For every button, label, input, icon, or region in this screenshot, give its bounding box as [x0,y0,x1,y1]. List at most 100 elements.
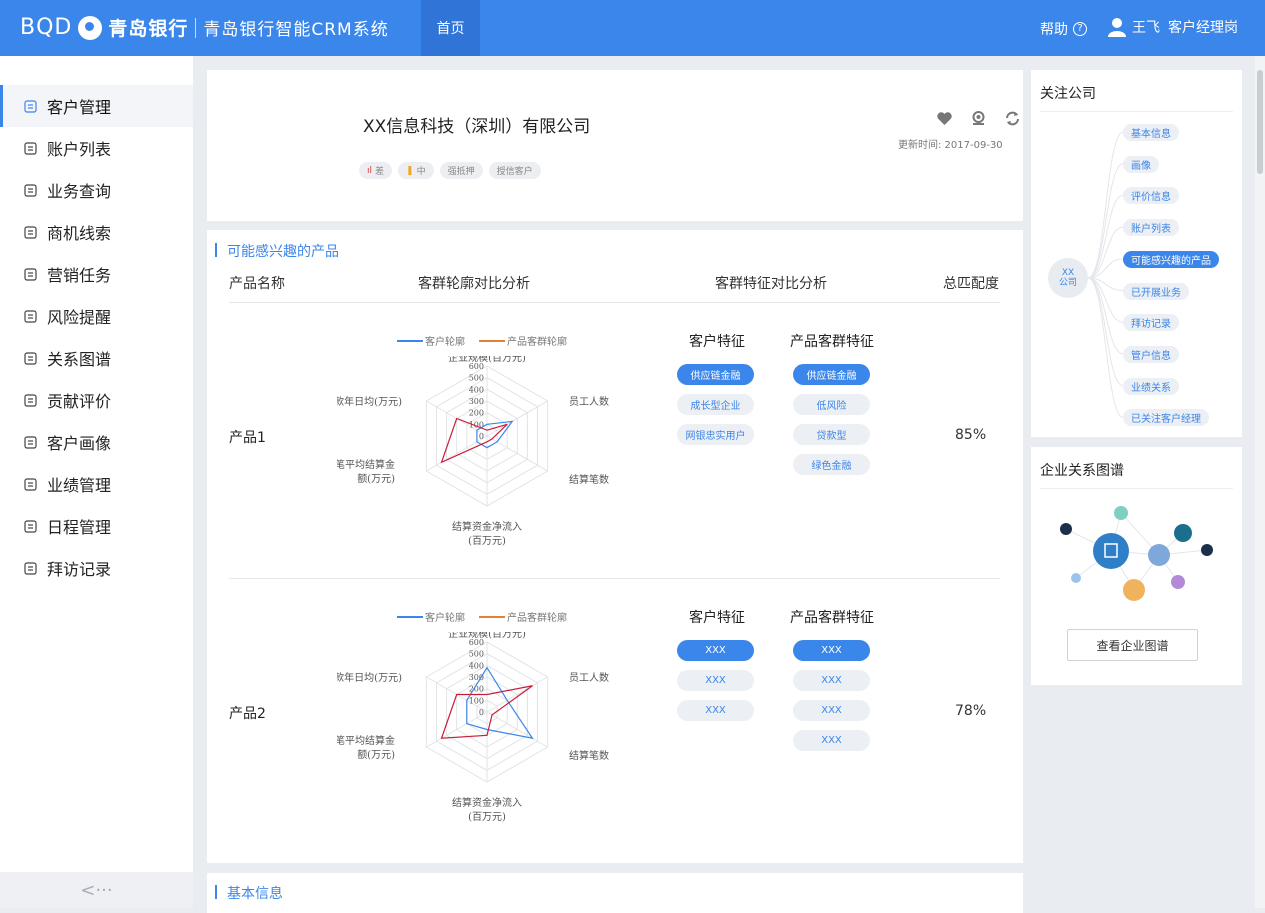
sidebar-item-10[interactable]: 业绩管理 [0,463,193,505]
mindmap-node[interactable]: 已关注客户经理 [1123,409,1209,427]
mindmap-node[interactable]: 拜访记录 [1123,314,1179,332]
mindmap-node[interactable]: 可能感兴趣的产品 [1123,250,1219,268]
sidebar-item-label: 风险提醒 [47,308,112,327]
sidebar-item-2[interactable]: 账户列表 [0,127,193,169]
enterprise-graph-card: 企业关系图谱 查看企业图谱 [1031,447,1242,685]
customer-feature-chip[interactable]: XXX [677,700,754,721]
radar-tick-label: 100 [469,696,484,705]
radar-axis-label: 单笔平均结算金 [337,458,395,471]
product-feature-chip[interactable]: XXX [793,730,870,751]
sidebar-item-9[interactable]: 客户画像 [0,421,193,463]
radar-chart: 6005004003002001000企业规模(百万元)员工人数结算笔数结算资金… [337,356,609,547]
legend-product: 产品客群轮廓 [507,613,567,624]
legend-swatch-customer [397,339,423,342]
radar-axis-label: 企业规模(百万元) [448,356,526,364]
radar-axis-label: 存款年日均(万元) [337,395,402,408]
product-feature-chip[interactable]: XXX [793,670,870,691]
tag-label: 强抵押 [447,167,475,177]
radar-axis-label: 存款年日均(万元) [337,671,402,684]
customer-feature-chip[interactable]: XXX [677,640,754,661]
collapse-sidebar-button[interactable]: <··· [0,872,193,908]
person-node [1201,544,1213,556]
sidebar-item-label: 拜访记录 [47,560,112,579]
business-query-icon [22,182,39,199]
radar-axis-label: 结算笔数 [569,749,609,762]
mindmap-node[interactable]: 管户信息 [1123,345,1179,363]
mindmap-node[interactable]: 画像 [1123,155,1159,173]
refresh-icon[interactable] [1004,110,1021,127]
sidebar-item-label: 营销任务 [47,266,112,285]
camera-icon[interactable] [970,110,987,127]
sidebar-item-12[interactable]: 拜访记录 [0,547,193,589]
product-feature-chip[interactable]: XXX [793,640,870,661]
person-node [1071,573,1081,583]
sidebar-item-6[interactable]: 风险提醒 [0,295,193,337]
sidebar-item-5[interactable]: 营销任务 [0,253,193,295]
portrait-icon [22,434,39,451]
radar-tick-label: 500 [469,650,484,659]
tag-label: 中 [416,167,426,177]
scrollbar-thumb[interactable] [1257,70,1263,174]
hub-label: XX 公司 [1059,268,1077,288]
tag-label: 授信客户 [496,167,533,177]
sidebar-item-7[interactable]: 关系图谱 [0,337,193,379]
legend-swatch-product [479,615,505,618]
customer-feature-chip[interactable]: 成长型企业 [677,394,754,415]
product-feature-chip[interactable]: 供应链金融 [793,364,870,385]
mindmap-node[interactable]: 评价信息 [1123,187,1179,205]
basic-info-card: 基本信息 [207,873,1023,913]
product-feature-chip[interactable]: 贷款型 [793,424,870,445]
customer-feature-chip[interactable]: XXX [677,670,754,691]
radar-axis-label: 额(万元) [357,472,395,485]
legend-customer: 客户轮廓 [425,337,465,348]
radar-axis-label: 额(万元) [357,748,395,761]
mindmap-hub[interactable]: XX 公司 [1048,258,1088,298]
account-list-icon [22,140,39,157]
radar-tick-label: 400 [469,661,484,670]
mindmap-node[interactable]: 已开展业务 [1123,282,1189,300]
contribution-icon [22,392,39,409]
mindmap-node[interactable]: 账户列表 [1123,219,1179,237]
sidebar-item-8[interactable]: 贡献评价 [0,379,193,421]
sidebar-item-label: 日程管理 [47,518,112,537]
mindmap-connector [1087,277,1124,387]
customer-icon [22,98,39,115]
view-enterprise-graph-button[interactable]: 查看企业图谱 [1067,629,1198,661]
sidebar-item-11[interactable]: 日程管理 [0,505,193,547]
sidebar-item-label: 贡献评价 [47,392,112,411]
schedule-icon [22,518,39,535]
brand-logo[interactable]: BQD 青岛银行 青岛银行智能CRM系统 [20,14,389,41]
sidebar-item-label: 关系图谱 [47,350,112,369]
company-header-card: XX信息科技（深圳）有限公司 ıl 差 ❚ 中 强抵押 授信客户 更新时间: 2017-0… [207,70,1023,221]
legend-product: 产品客群轮廓 [507,337,567,348]
user-menu[interactable]: 王飞 客户经理岗 [1108,17,1238,37]
page-scrollbar[interactable] [1255,56,1265,908]
customer-feature-chip[interactable]: 供应链金融 [677,364,754,385]
help-link[interactable]: 帮助 ? [1040,19,1087,39]
sidebar-item-4[interactable]: 商机线索 [0,211,193,253]
product-feature-chip[interactable]: XXX [793,700,870,721]
nav-home-tab[interactable]: 首页 [421,0,480,56]
hub-label-line1: XX [1061,268,1075,278]
followed-company-card: 关注公司 XX 公司 基本信息 画像 评价信息 账户列表 可能感兴趣的产品 已开展业务 拜访记… [1031,70,1242,437]
mindmap-connector [1087,226,1124,279]
product-feature-chip[interactable]: 低风险 [793,394,870,415]
header-divider [229,302,1000,303]
top-bar: BQD 青岛银行 青岛银行智能CRM系统 首页 帮助 ? 王飞 客户经理岗 [0,0,1265,56]
mindmap-node[interactable]: 基本信息 [1123,124,1179,141]
radar-tick-label: 200 [469,409,484,418]
relation-graph-icon [22,350,39,367]
opportunity-icon [22,224,39,241]
marketing-task-icon [22,266,39,283]
enterprise-graph-preview[interactable] [1031,447,1242,627]
mindmap-node[interactable]: 业绩关系 [1123,377,1179,395]
sidebar-item-1[interactable]: 客户管理 [0,85,193,127]
product-feature-head: 产品客群特征 [790,610,874,626]
favorite-heart-icon[interactable] [936,110,953,127]
sidebar-menu: 客户管理 账户列表 业务查询 商机线索营销任务风险提醒关系图谱贡献评价客户画像 业绩管理… [0,85,193,589]
sidebar-item-3[interactable]: 业务查询 [0,169,193,211]
person-node [1060,523,1072,535]
customer-feature-chip[interactable]: 网银忠实用户 [677,424,754,445]
product-feature-chip[interactable]: 绿色金融 [793,454,870,475]
person-node [1123,579,1145,601]
